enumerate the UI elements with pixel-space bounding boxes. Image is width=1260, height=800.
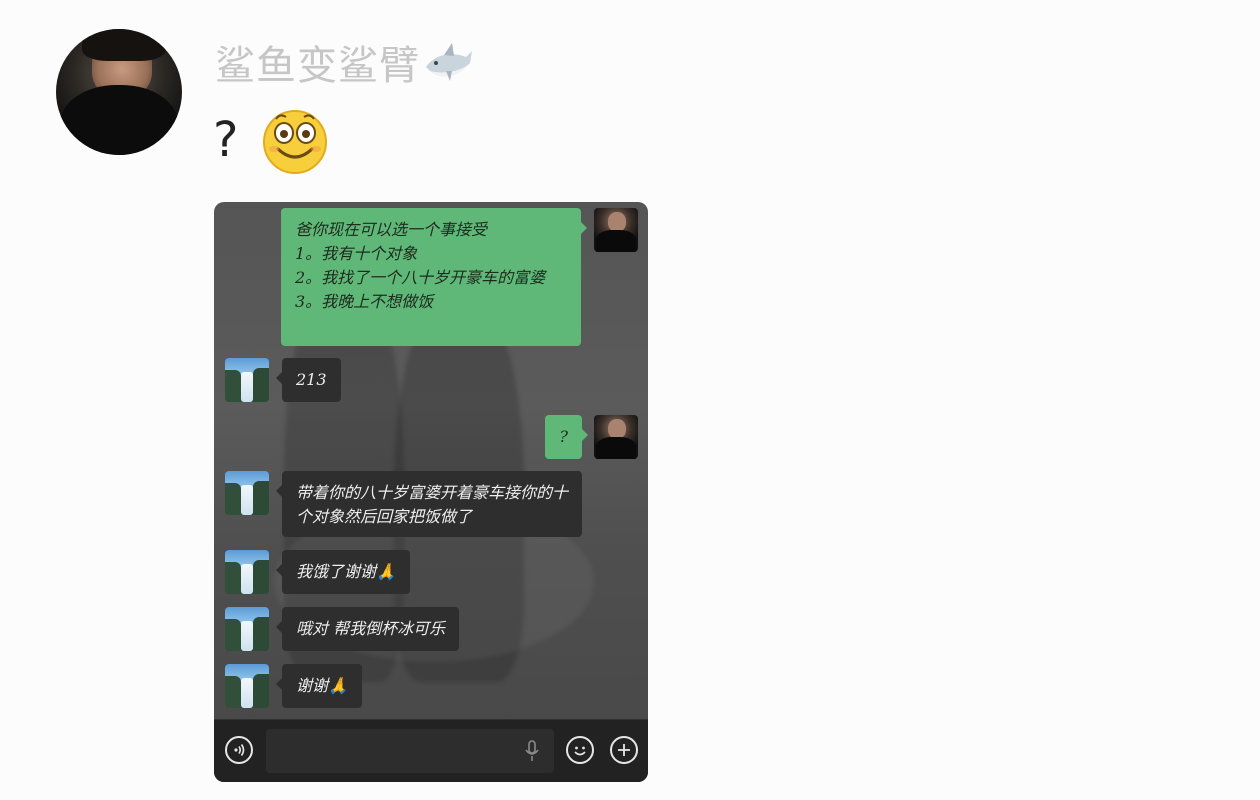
friend-avatar [225,550,269,594]
chat-message-friend: 谢谢🙏 [276,664,362,708]
plus-icon[interactable] [610,736,638,764]
avatar-hair [82,29,166,61]
chat-message-friend: 带着你的八十岁富婆开着豪车接你的十个对象然后回家把饭做了 [276,471,582,537]
chat-screenshot[interactable]: 爸你现在可以选一个事接受 1。我有十个对象 2。我找了一个八十岁开豪车的富婆 3… [214,202,648,782]
chat-message-friend: 我饿了谢谢🙏 [276,550,410,594]
friend-avatar [225,358,269,402]
post-question-mark: ? [213,112,239,168]
shark-icon [422,41,474,85]
friend-avatar [225,471,269,515]
author-name-text: 鲨鱼变鲨臂 [215,43,420,89]
smiling-face-icon [260,105,330,175]
my-avatar [594,208,638,252]
chat-message-me: ? [545,415,588,459]
post-text: ? [213,105,330,175]
avatar-cat [60,85,178,155]
chat-input-bar [214,719,648,782]
chat-message-friend: 213 [276,358,341,402]
author-name[interactable]: 鲨鱼变鲨臂 [215,33,474,91]
emoji-icon[interactable] [566,736,594,764]
friend-avatar [225,607,269,651]
my-avatar [594,415,638,459]
message-input[interactable] [266,729,554,773]
author-avatar[interactable] [56,29,182,155]
microphone-icon[interactable] [524,740,540,762]
chat-message-me: 爸你现在可以选一个事接受 1。我有十个对象 2。我找了一个八十岁开豪车的富婆 3… [281,208,587,346]
voice-icon[interactable] [225,736,253,764]
friend-avatar [225,664,269,708]
chat-message-friend: 哦对 帮我倒杯冰可乐 [275,607,460,651]
